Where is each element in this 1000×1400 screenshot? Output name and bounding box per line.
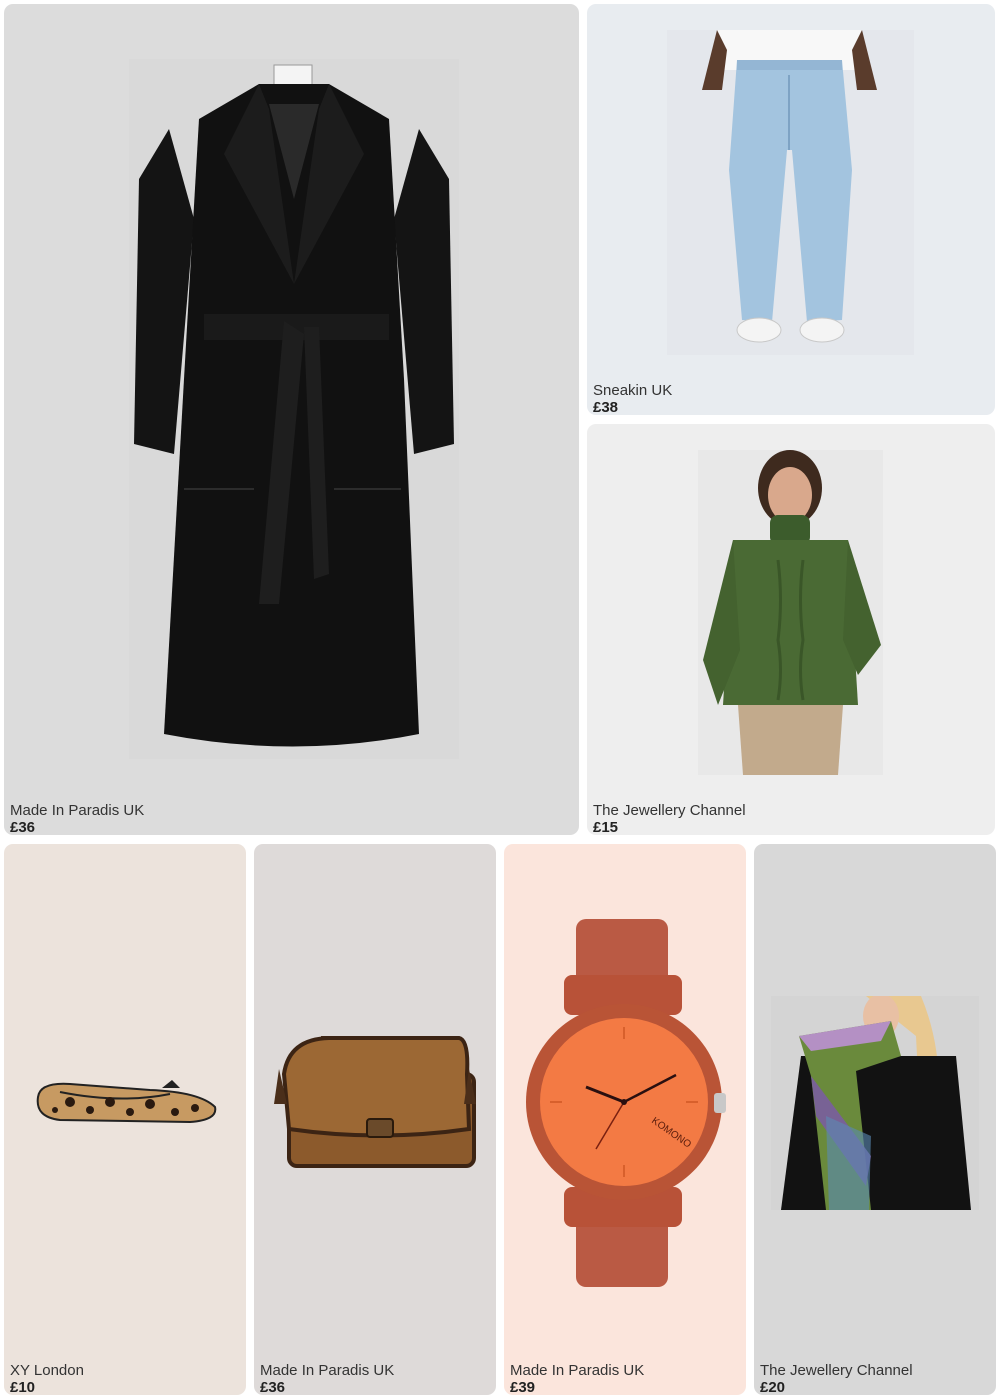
product-card-scarf[interactable]: The Jewellery Channel £20 <box>754 844 996 1395</box>
product-card-jeans[interactable]: Sneakin UK £38 <box>587 4 995 415</box>
product-price: £20 <box>760 1379 786 1395</box>
product-card-watch[interactable]: KOMONO Made In Paradis UK £39 <box>504 844 746 1395</box>
product-card-handbag[interactable]: Made In Paradis UK £36 <box>254 844 496 1395</box>
product-meta: Made In Paradis UK £36 <box>10 803 144 835</box>
product-brand: Sneakin UK <box>593 382 673 399</box>
product-price: £36 <box>260 1379 286 1395</box>
product-brand: Made In Paradis UK <box>510 1362 645 1379</box>
scarf-icon <box>771 996 979 1210</box>
product-meta: Sneakin UK £38 <box>593 383 672 415</box>
product-brand: XY London <box>10 1362 84 1379</box>
product-price: £36 <box>10 819 36 835</box>
product-price: £15 <box>593 819 619 835</box>
product-meta: Made In Paradis UK £36 <box>260 1363 394 1395</box>
handbag-icon <box>269 1034 481 1174</box>
product-meta: XY London £10 <box>10 1363 84 1395</box>
product-brand: Made In Paradis UK <box>260 1362 395 1379</box>
product-card-coat[interactable]: Made In Paradis UK £36 <box>4 4 579 835</box>
product-meta: The Jewellery Channel £20 <box>760 1363 913 1395</box>
product-brand: The Jewellery Channel <box>593 802 746 819</box>
product-card-ballet-flat[interactable]: XY London £10 <box>4 844 246 1395</box>
product-meta: Made In Paradis UK £39 <box>510 1363 644 1395</box>
product-brand: The Jewellery Channel <box>760 1362 913 1379</box>
watch-icon: KOMONO <box>524 917 729 1289</box>
product-brand: Made In Paradis UK <box>10 802 145 819</box>
product-price: £38 <box>593 399 619 415</box>
wrap-coat-icon <box>129 59 459 759</box>
product-price: £39 <box>510 1379 536 1395</box>
ballet-flat-icon <box>30 1062 220 1132</box>
jumper-icon <box>698 450 883 775</box>
product-card-jumper[interactable]: The Jewellery Channel £15 <box>587 424 995 835</box>
jeans-icon <box>667 30 914 355</box>
product-meta: The Jewellery Channel £15 <box>593 803 746 835</box>
product-price: £10 <box>10 1379 36 1395</box>
